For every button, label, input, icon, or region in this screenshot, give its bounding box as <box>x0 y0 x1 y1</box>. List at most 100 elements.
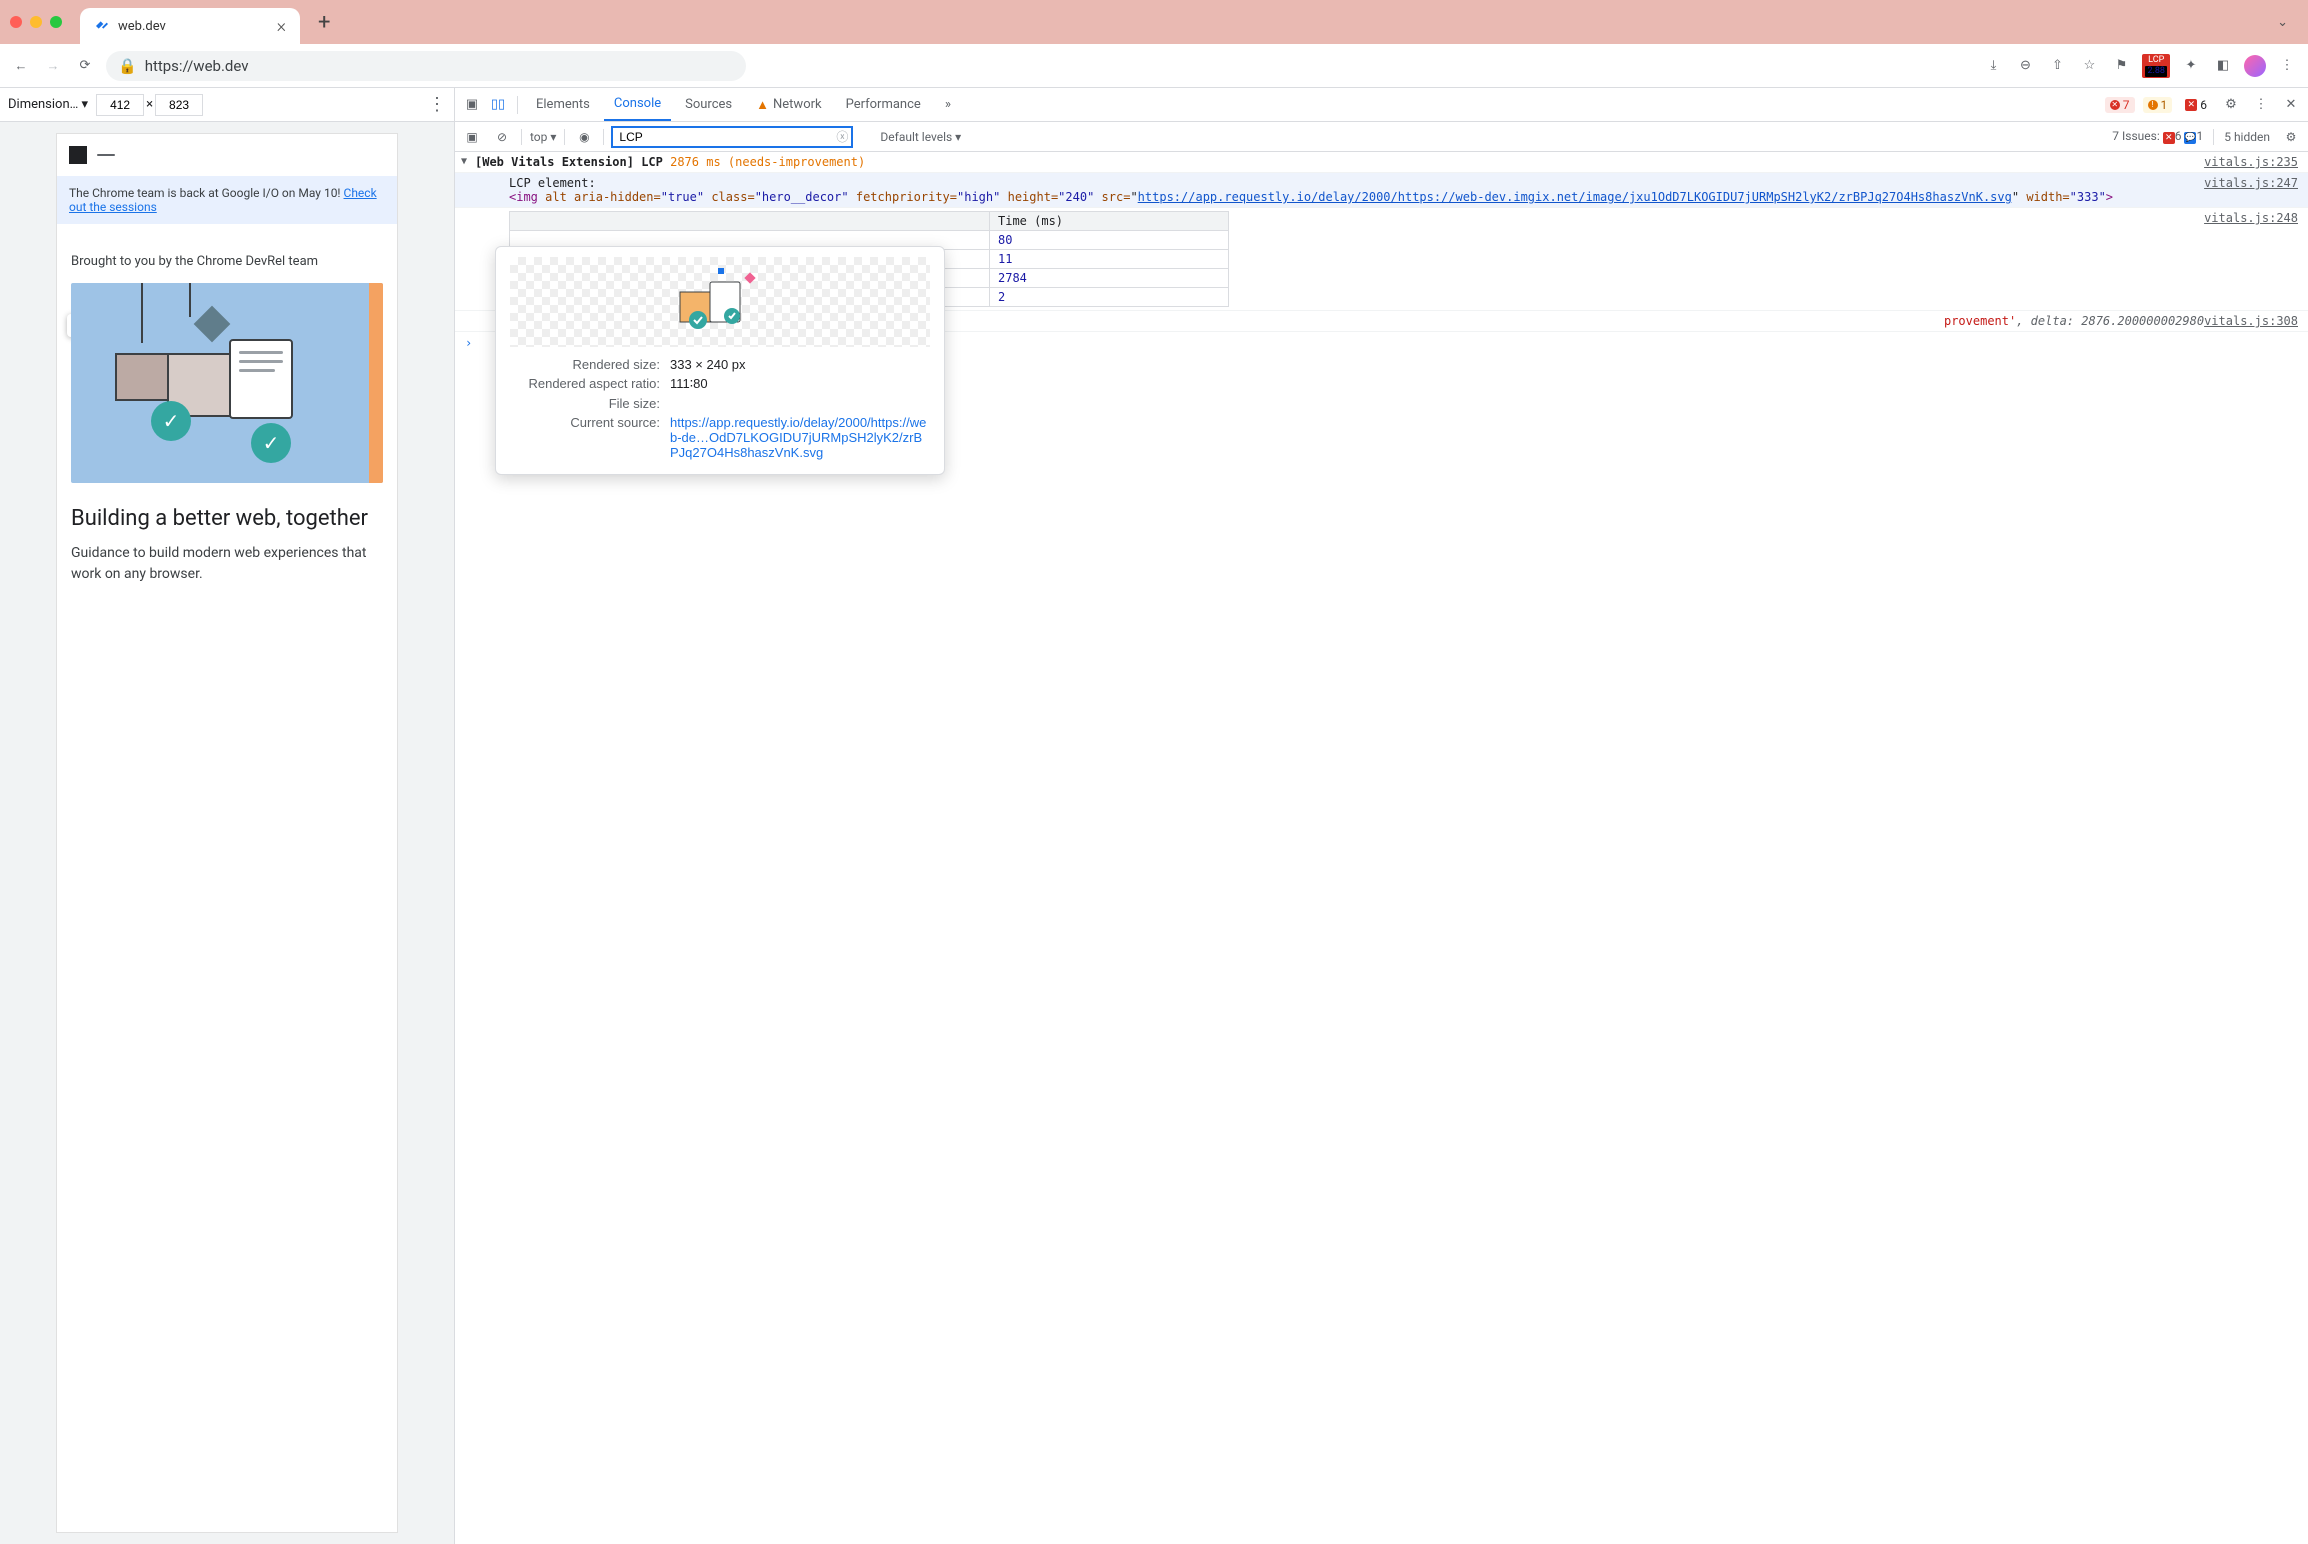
hover-source-link[interactable]: https://app.requestly.io/delay/2000/http… <box>670 415 926 460</box>
hover-key: Rendered size: <box>510 357 660 372</box>
device-toolbar: Dimension… ▾ × ⋮ <box>0 88 454 122</box>
lock-icon: 🔒 <box>118 57 137 75</box>
log-fragment: provement' <box>1944 314 2016 328</box>
tab-title: web.dev <box>118 19 166 34</box>
promo-banner: The Chrome team is back at Google I/O on… <box>57 176 397 224</box>
flag-icon[interactable]: ⚑ <box>2110 58 2132 73</box>
page-paragraph: Guidance to build modern web experiences… <box>71 543 383 585</box>
tab-elements[interactable]: Elements <box>526 88 600 121</box>
bookmark-icon[interactable]: ☆ <box>2078 58 2100 73</box>
chrome-menu-button[interactable]: ⋮ <box>2276 58 2298 73</box>
devtools-panel: ▣ ▯▯ Elements Console Sources ▲Network P… <box>455 88 2308 1544</box>
main-split: Dimension… ▾ × ⋮ The Chrome team is back… <box>0 88 2308 1544</box>
close-window-button[interactable] <box>10 16 22 28</box>
forward-button[interactable]: → <box>42 58 64 74</box>
width-input[interactable] <box>96 94 144 116</box>
log-label: LCP element: <box>509 176 596 190</box>
devtools-menu-icon[interactable]: ⋮ <box>2250 97 2272 112</box>
hover-thumbnail <box>510 257 930 347</box>
expand-toggle[interactable]: ▼ <box>461 156 467 167</box>
back-button[interactable]: ← <box>10 58 32 74</box>
log-levels-dropdown[interactable]: Default levels ▾ <box>880 130 961 144</box>
page-body: Brought to you by the Chrome DevRel team… <box>57 224 397 599</box>
devtools-close-icon[interactable]: ✕ <box>2280 97 2302 112</box>
share-icon[interactable]: ⇧ <box>2046 58 2068 73</box>
window-titlebar: web.dev × + ⌄ <box>0 0 2308 44</box>
tab-performance[interactable]: Performance <box>836 88 931 121</box>
close-tab-button[interactable]: × <box>277 16 286 37</box>
emulated-viewport-wrap: The Chrome team is back at Google I/O on… <box>0 122 454 1544</box>
tab-overflow[interactable]: » <box>935 88 961 121</box>
console-log-row[interactable]: ▼ vitals.js:235 [Web Vitals Extension] L… <box>455 152 2308 173</box>
tab-sources[interactable]: Sources <box>675 88 742 121</box>
img-src-link[interactable]: https://app.requestly.io/delay/2000/http… <box>1138 190 2012 204</box>
warning-count-badge[interactable]: !1 <box>2143 97 2173 113</box>
dimension-inputs: × <box>96 94 203 116</box>
height-input[interactable] <box>155 94 203 116</box>
device-bar-menu[interactable]: ⋮ <box>428 94 446 115</box>
reload-button[interactable]: ⟳ <box>74 58 96 73</box>
lcp-badge-label: LCP <box>2148 55 2164 65</box>
table-cell: 11 <box>990 250 1229 269</box>
lcp-extension-badge[interactable]: LCP 2.88 <box>2142 54 2170 78</box>
log-prefix: [Web Vitals Extension] <box>475 155 634 169</box>
clear-filter-icon[interactable]: ⓧ <box>836 128 848 145</box>
source-link[interactable]: vitals.js:248 <box>2204 211 2298 225</box>
hero-image: ✓ ✓ <box>71 283 383 483</box>
site-logo[interactable] <box>69 146 87 164</box>
new-tab-button[interactable]: + <box>308 10 340 35</box>
console-settings-icon[interactable]: ⚙ <box>2280 130 2302 144</box>
col-time: Time (ms) <box>990 212 1229 231</box>
source-link[interactable]: vitals.js:247 <box>2204 176 2298 190</box>
clear-console-icon[interactable]: ⊘ <box>491 130 513 144</box>
source-link[interactable]: vitals.js:308 <box>2204 314 2298 328</box>
table-cell: 2784 <box>990 269 1229 288</box>
window-controls <box>10 16 62 28</box>
blocked-count-badge[interactable]: ✕6 <box>2180 97 2212 113</box>
profile-avatar[interactable] <box>2244 55 2266 77</box>
inspect-element-icon[interactable]: ▣ <box>461 97 483 112</box>
console-filter-input[interactable] <box>612 127 852 147</box>
page-subhead: Brought to you by the Chrome DevRel team <box>71 254 383 269</box>
browser-toolbar: ← → ⟳ 🔒 https://web.dev ⤓ ⊖ ⇧ ☆ ⚑ LCP 2.… <box>0 44 2308 88</box>
context-selector[interactable]: top ▾ <box>530 130 556 144</box>
hover-key: Current source: <box>510 415 660 460</box>
issues-error-icon: ✕ <box>2163 132 2175 144</box>
browser-tab[interactable]: web.dev × <box>80 8 300 44</box>
log-status: (needs-improvement) <box>728 155 865 169</box>
zoom-icon[interactable]: ⊖ <box>2014 58 2036 73</box>
times-label: × <box>146 97 153 112</box>
table-cell: 2 <box>990 288 1229 307</box>
log-delta-value: 2876.200000002980 <box>2081 314 2204 328</box>
url-text: https://web.dev <box>145 57 249 75</box>
hamburger-icon[interactable] <box>97 154 115 156</box>
devtools-settings-icon[interactable]: ⚙ <box>2220 97 2242 112</box>
install-app-icon[interactable]: ⤓ <box>1982 58 2004 73</box>
hover-value: 333 × 240 px <box>670 357 930 372</box>
tab-console[interactable]: Console <box>604 88 671 121</box>
sidepanel-icon[interactable]: ◧ <box>2212 58 2234 73</box>
error-count-badge[interactable]: ✕7 <box>2105 97 2135 113</box>
image-hover-card: Rendered size:333 × 240 px Rendered aspe… <box>495 246 945 475</box>
minimize-window-button[interactable] <box>30 16 42 28</box>
issues-button[interactable]: 7 Issues: ✕6 💬1 <box>2112 129 2203 144</box>
device-toggle-icon[interactable]: ▯▯ <box>487 97 509 112</box>
source-link[interactable]: vitals.js:235 <box>2204 155 2298 169</box>
device-emulation-panel: Dimension… ▾ × ⋮ The Chrome team is back… <box>0 88 455 1544</box>
console-sidebar-toggle-icon[interactable]: ▣ <box>461 130 483 144</box>
tab-network[interactable]: ▲Network <box>746 88 831 121</box>
warning-icon: ▲ <box>756 97 769 113</box>
console-log-row[interactable]: vitals.js:247 LCP element: <img alt aria… <box>455 173 2308 208</box>
log-value: 2876 ms <box>670 155 721 169</box>
address-bar[interactable]: 🔒 https://web.dev <box>106 51 746 81</box>
extensions-icon[interactable]: ✦ <box>2180 58 2202 73</box>
banner-text: The Chrome team is back at Google I/O on… <box>69 186 344 200</box>
hover-key: File size: <box>510 396 660 411</box>
page-heading: Building a better web, together <box>71 505 383 533</box>
lcp-badge-value: 2.88 <box>2145 66 2167 77</box>
tabs-dropdown-button[interactable]: ⌄ <box>2267 15 2298 30</box>
live-expression-icon[interactable]: ◉ <box>573 130 595 144</box>
dimensions-dropdown[interactable]: Dimension… ▾ <box>8 97 88 112</box>
log-delta-label: , delta: <box>2016 314 2074 328</box>
fullscreen-window-button[interactable] <box>50 16 62 28</box>
